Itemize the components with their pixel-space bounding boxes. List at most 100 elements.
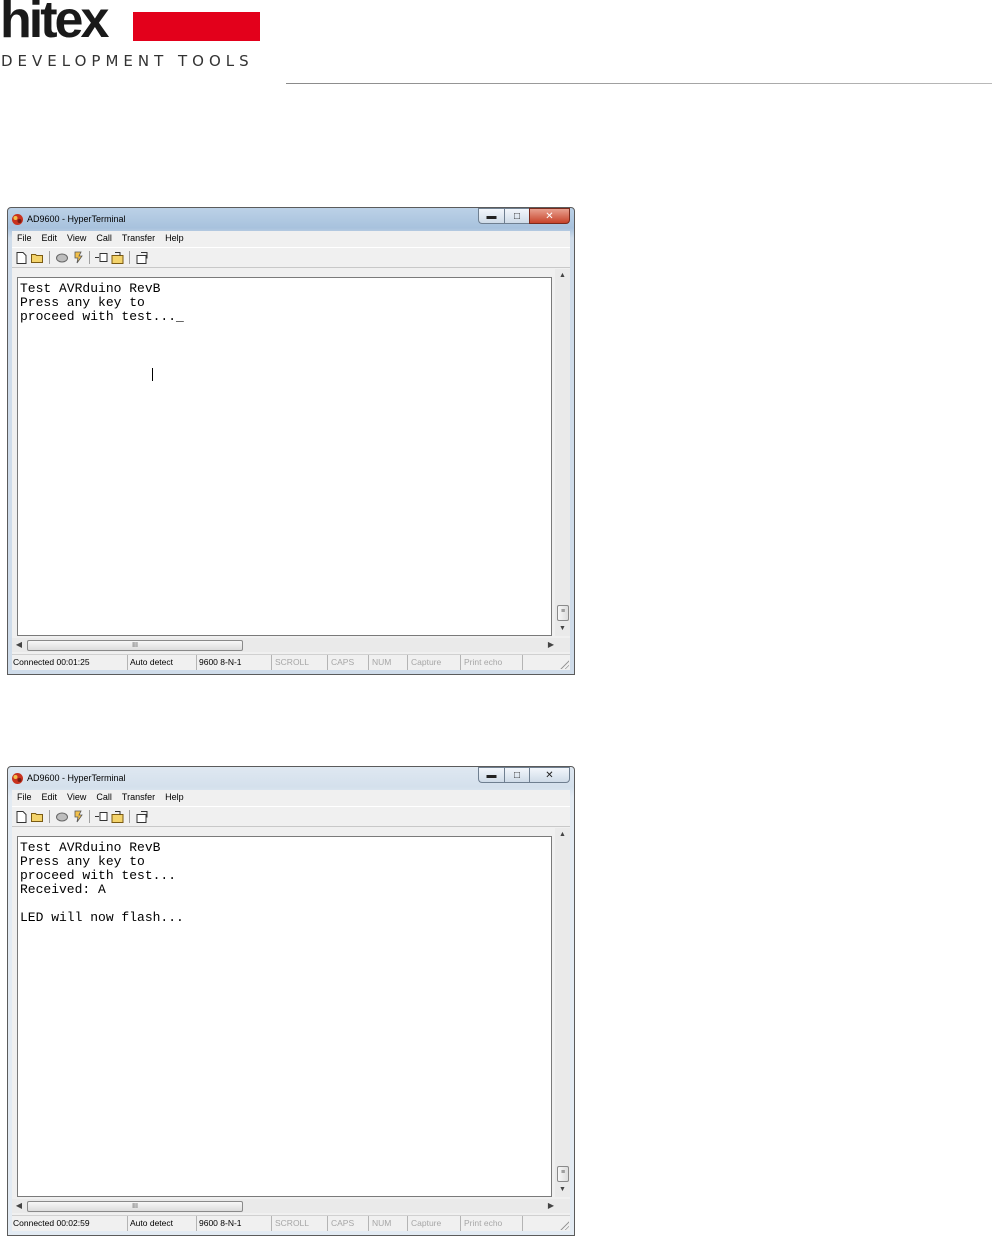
terminal-line: Received: A	[20, 882, 106, 897]
close-button[interactable]: ✕	[529, 767, 570, 783]
vertical-scroll-thumb[interactable]: ≡	[557, 1166, 569, 1182]
receive-file-icon	[111, 810, 124, 823]
status-num: NUM	[369, 655, 408, 670]
logo-red-bar	[133, 12, 260, 41]
menu-transfer[interactable]: Transfer	[117, 790, 160, 805]
status-num: NUM	[369, 1216, 408, 1231]
terminal-line: proceed with test...	[20, 868, 177, 883]
open-button[interactable]	[30, 809, 45, 824]
status-connected: Connected 00:01:25	[12, 655, 128, 670]
resize-grip-icon[interactable]	[559, 1220, 569, 1230]
menu-file[interactable]: File	[12, 790, 37, 805]
hyperterminal-app-icon[interactable]	[11, 213, 24, 226]
window-client: File Edit View Call Transfer Help Test A…	[12, 231, 570, 670]
send-button[interactable]	[94, 809, 109, 824]
hyperterminal-window-1[interactable]: AD9600 - HyperTerminal ▬ □ ✕ File Edit V…	[7, 207, 575, 675]
status-bar: Connected 00:02:59 Auto detect 9600 8-N-…	[12, 1215, 570, 1231]
status-caps: CAPS	[328, 1216, 369, 1231]
send-file-icon	[95, 253, 108, 262]
toolbar	[12, 806, 570, 827]
scroll-left-arrow-icon[interactable]: ◀	[12, 638, 26, 652]
menu-edit[interactable]: Edit	[37, 790, 63, 805]
terminal-line: LED will now flash...	[20, 910, 184, 925]
properties-button[interactable]	[134, 250, 149, 265]
status-settings: 9600 8-N-1	[197, 655, 272, 670]
close-icon: ✕	[545, 769, 554, 781]
status-connected: Connected 00:02:59	[12, 1216, 128, 1231]
status-settings: 9600 8-N-1	[197, 1216, 272, 1231]
status-detect: Auto detect	[128, 1216, 197, 1231]
scroll-right-arrow-icon[interactable]: ▶	[544, 638, 558, 652]
maximize-button[interactable]: □	[504, 208, 529, 224]
terminal-screen[interactable]: Test AVRduino RevB Press any key to proc…	[17, 277, 552, 636]
terminal-line: Press any key to	[20, 854, 145, 869]
scroll-down-arrow-icon[interactable]: ▼	[555, 622, 570, 636]
disconnect-button[interactable]	[70, 250, 85, 265]
window-client: File Edit View Call Transfer Help Test A…	[12, 790, 570, 1231]
menu-help[interactable]: Help	[160, 790, 189, 805]
menu-edit[interactable]: Edit	[37, 231, 63, 246]
scroll-up-arrow-icon[interactable]: ▲	[555, 269, 570, 283]
title-bar[interactable]: AD9600 - HyperTerminal ▬ □ ✕	[8, 208, 574, 230]
new-file-icon	[16, 251, 27, 264]
vertical-scrollbar[interactable]: ▲ ≡ ▼	[555, 269, 570, 636]
caption-buttons: ▬ □ ✕	[478, 767, 570, 784]
terminal-line: Test AVRduino RevB	[20, 840, 161, 855]
disconnect-icon	[74, 810, 83, 823]
call-button[interactable]	[54, 250, 69, 265]
scroll-right-arrow-icon[interactable]: ▶	[544, 1199, 558, 1213]
terminal-line: proceed with test..._	[20, 309, 184, 324]
scroll-down-arrow-icon[interactable]: ▼	[555, 1183, 570, 1197]
toolbar-separator	[49, 810, 50, 823]
menu-call[interactable]: Call	[91, 790, 117, 805]
title-bar[interactable]: AD9600 - HyperTerminal ▬ □ ✕	[8, 767, 574, 789]
new-connection-button[interactable]	[14, 809, 29, 824]
horizontal-scrollbar[interactable]: ◀ III ▶	[12, 638, 570, 652]
properties-button[interactable]	[134, 809, 149, 824]
menu-view[interactable]: View	[62, 790, 91, 805]
scroll-left-arrow-icon[interactable]: ◀	[12, 1199, 26, 1213]
menu-view[interactable]: View	[62, 231, 91, 246]
disconnect-button[interactable]	[70, 809, 85, 824]
toolbar	[12, 247, 570, 268]
menu-call[interactable]: Call	[91, 231, 117, 246]
hyperterminal-app-icon[interactable]	[11, 772, 24, 785]
vertical-scrollbar[interactable]: ▲ ≡ ▼	[555, 828, 570, 1197]
menu-transfer[interactable]: Transfer	[117, 231, 160, 246]
close-button[interactable]: ✕	[529, 208, 570, 224]
toolbar-separator	[129, 810, 130, 823]
new-connection-button[interactable]	[14, 250, 29, 265]
vertical-scroll-thumb[interactable]: ≡	[557, 605, 569, 621]
status-capture: Capture	[408, 655, 461, 670]
scroll-up-arrow-icon[interactable]: ▲	[555, 828, 570, 842]
menu-help[interactable]: Help	[160, 231, 189, 246]
menu-file[interactable]: File	[12, 231, 37, 246]
minimize-button[interactable]: ▬	[478, 767, 504, 783]
send-file-icon	[95, 812, 108, 821]
minimize-icon: ▬	[486, 769, 497, 781]
status-capture: Capture	[408, 1216, 461, 1231]
phone-icon	[55, 253, 68, 262]
terminal-screen[interactable]: Test AVRduino RevB Press any key to proc…	[17, 836, 552, 1197]
status-caps: CAPS	[328, 655, 369, 670]
call-button[interactable]	[54, 809, 69, 824]
properties-icon	[136, 810, 147, 823]
open-folder-icon	[31, 254, 43, 263]
horizontal-scrollbar[interactable]: ◀ III ▶	[12, 1199, 570, 1213]
caption-buttons: ▬ □ ✕	[478, 208, 570, 225]
open-button[interactable]	[30, 250, 45, 265]
send-button[interactable]	[94, 250, 109, 265]
hyperterminal-window-2[interactable]: AD9600 - HyperTerminal ▬ □ ✕ File Edit V…	[7, 766, 575, 1236]
receive-button[interactable]	[110, 250, 125, 265]
status-print-echo: Print echo	[461, 1216, 523, 1231]
horizontal-scroll-thumb[interactable]: III	[27, 640, 243, 651]
horizontal-scroll-thumb[interactable]: III	[27, 1201, 243, 1212]
maximize-button[interactable]: □	[504, 767, 529, 783]
resize-grip-icon[interactable]	[559, 659, 569, 669]
receive-button[interactable]	[110, 809, 125, 824]
minimize-button[interactable]: ▬	[478, 208, 504, 224]
text-cursor-icon	[152, 368, 153, 381]
header-divider	[286, 83, 992, 84]
disconnect-icon	[74, 251, 83, 264]
